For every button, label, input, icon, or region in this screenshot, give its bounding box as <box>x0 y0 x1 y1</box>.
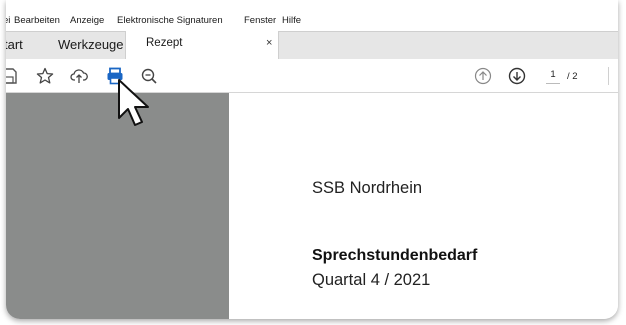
menu-item-help[interactable]: Hilfe <box>282 15 301 26</box>
tab-document-label: Rezept <box>146 37 183 49</box>
menu-item-signatures[interactable]: Elektronische Signaturen <box>117 15 223 26</box>
menu-bar: ei Bearbeiten Anzeige Elektronische Sign… <box>6 13 618 30</box>
menu-item-file[interactable]: ei <box>6 15 10 26</box>
acrobat-window: ei Bearbeiten Anzeige Elektronische Sign… <box>6 0 618 319</box>
document-quarter: Quartal 4 / 2021 <box>312 271 431 289</box>
menu-item-view[interactable]: Anzeige <box>70 15 104 26</box>
document-heading: Sprechstundenbedarf <box>312 247 478 264</box>
star-icon[interactable] <box>36 67 54 85</box>
tab-home[interactable]: tart <box>6 37 23 52</box>
toolbar-divider <box>608 67 609 85</box>
mouse-pointer-icon <box>118 79 149 126</box>
page-down-icon[interactable] <box>508 67 526 85</box>
page-up-icon[interactable] <box>474 67 492 85</box>
menu-item-edit[interactable]: Bearbeiten <box>14 15 60 26</box>
page-total: / 2 <box>567 71 578 82</box>
close-icon[interactable]: × <box>266 37 272 49</box>
tab-document[interactable]: Rezept × <box>125 31 279 59</box>
cloud-upload-icon[interactable] <box>70 67 88 85</box>
toolbar: 1 / 2 <box>6 59 618 93</box>
tab-tools[interactable]: Werkzeuge <box>58 37 124 52</box>
document-sender: SSB Nordrhein <box>312 179 423 197</box>
menu-item-window[interactable]: Fenster <box>244 15 276 26</box>
document-page: SSB Nordrhein Sprechstundenbedarf Quarta… <box>229 93 618 319</box>
tab-bar: tart Werkzeuge Rezept × <box>6 31 618 60</box>
page-number-input[interactable]: 1 <box>546 69 560 84</box>
save-icon[interactable] <box>6 67 18 85</box>
